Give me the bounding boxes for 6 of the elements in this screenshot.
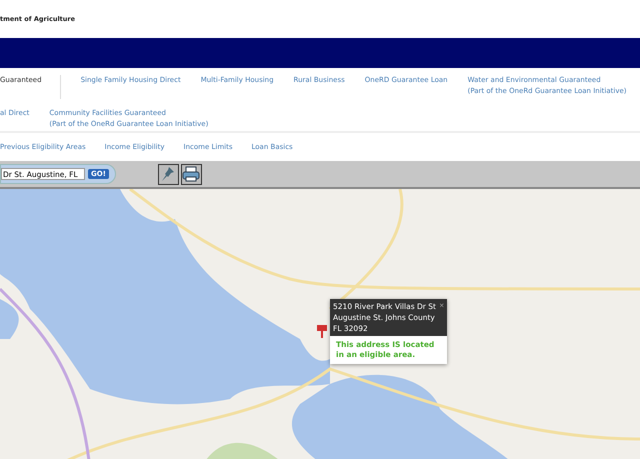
pushpin-icon — [160, 166, 176, 182]
print-button[interactable] — [180, 164, 202, 184]
pushpin-tool-button[interactable] — [158, 164, 179, 184]
map-pin-icon[interactable] — [315, 323, 329, 339]
close-button[interactable]: × — [439, 301, 444, 310]
printer-icon — [182, 166, 200, 182]
